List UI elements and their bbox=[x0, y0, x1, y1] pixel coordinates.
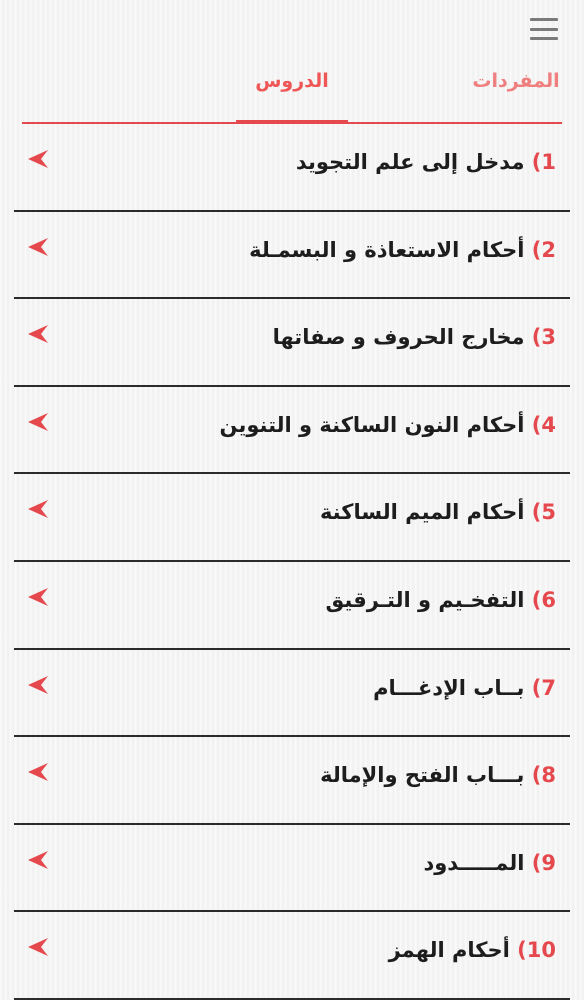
list-item[interactable]: 3) مخارج الحروف و صفاتها bbox=[14, 299, 570, 387]
play-arrow-left-icon bbox=[28, 675, 48, 694]
lesson-number: 3) bbox=[531, 325, 556, 350]
play-arrow-left-icon bbox=[28, 412, 48, 431]
play-arrow-left-icon bbox=[28, 500, 48, 519]
play-arrow-left-icon bbox=[28, 237, 48, 256]
lesson-title: 4) أحكام النون الساكنة و التنوين bbox=[220, 413, 556, 437]
lesson-number: 2) bbox=[531, 237, 556, 262]
lesson-title: 2) أحكام الاستعاذة و البسمـلة bbox=[249, 238, 556, 262]
lesson-label: بـــاب الفتح والإمالة bbox=[320, 763, 525, 788]
lesson-number: 5) bbox=[531, 500, 556, 525]
list-item[interactable]: 4) أحكام النون الساكنة و التنوين bbox=[14, 387, 570, 475]
play-arrow-left-icon bbox=[28, 150, 48, 168]
lesson-number: 8) bbox=[531, 763, 556, 788]
list-item[interactable]: 2) أحكام الاستعاذة و البسمـلة bbox=[14, 212, 570, 300]
lesson-title: 8) بـــاب الفتح والإمالة bbox=[320, 763, 556, 787]
lesson-label: بــاب الإدغـــام bbox=[373, 675, 525, 700]
lesson-label: مدخل إلى علم التجويد bbox=[295, 150, 525, 174]
lesson-number: 4) bbox=[531, 412, 556, 437]
hamburger-menu-icon-bar bbox=[530, 18, 558, 21]
tab-lessons[interactable]: الدروس bbox=[236, 70, 348, 120]
lesson-title: 6) التفخـيم و التـرقيق bbox=[326, 588, 557, 612]
lesson-number: 10) bbox=[517, 938, 556, 963]
lesson-number: 7) bbox=[531, 675, 556, 700]
lesson-label: أحكام الاستعاذة و البسمـلة bbox=[249, 237, 525, 262]
list-item[interactable]: 6) التفخـيم و التـرقيق bbox=[14, 562, 570, 650]
lesson-number: 1) bbox=[531, 150, 556, 174]
play-arrow-left-icon bbox=[28, 325, 48, 344]
play-arrow-left-icon bbox=[28, 763, 48, 782]
lesson-title: 7) بــاب الإدغـــام bbox=[373, 676, 556, 700]
list-item[interactable]: 1) مدخل إلى علم التجويد bbox=[14, 124, 570, 212]
lesson-number: 6) bbox=[531, 587, 556, 612]
list-item[interactable]: 7) بــاب الإدغـــام bbox=[14, 650, 570, 738]
hamburger-menu-icon-bar bbox=[530, 37, 558, 40]
lesson-label: المـــــدود bbox=[423, 850, 525, 875]
lesson-title: 5) أحكام الميم الساكنة bbox=[320, 500, 556, 524]
list-item[interactable]: 5) أحكام الميم الساكنة bbox=[14, 474, 570, 562]
list-item[interactable]: 8) بـــاب الفتح والإمالة bbox=[14, 737, 570, 825]
tab-vocabulary[interactable]: المفردات bbox=[470, 70, 562, 92]
lesson-title: 9) المـــــدود bbox=[423, 851, 556, 875]
tab-bar: المفردات الدروس bbox=[22, 58, 562, 124]
lesson-title: 3) مخارج الحروف و صفاتها bbox=[273, 325, 556, 349]
list-item[interactable]: 9) المـــــدود bbox=[14, 825, 570, 913]
lesson-label: التفخـيم و التـرقيق bbox=[325, 587, 525, 612]
lesson-label: أحكام الميم الساكنة bbox=[319, 500, 525, 525]
play-arrow-left-icon bbox=[28, 850, 48, 869]
lesson-title: 10) أحكام الهمز bbox=[389, 938, 556, 962]
hamburger-menu-icon-bar bbox=[530, 27, 558, 31]
lessons-list: 1) مدخل إلى علم التجويد 2) أحكام الاستعا… bbox=[14, 124, 570, 1000]
play-arrow-left-icon bbox=[28, 587, 48, 606]
menu-button[interactable] bbox=[530, 18, 558, 40]
lesson-label: مخارج الحروف و صفاتها bbox=[272, 325, 525, 350]
list-item[interactable]: 10) أحكام الهمز bbox=[14, 912, 570, 1000]
lesson-number: 9) bbox=[531, 850, 556, 875]
lesson-label: أحكام الهمز bbox=[388, 938, 510, 963]
play-arrow-left-icon bbox=[28, 938, 48, 957]
lesson-label: أحكام النون الساكنة و التنوين bbox=[219, 412, 525, 437]
lesson-title: 1) مدخل إلى علم التجويد bbox=[296, 150, 556, 174]
